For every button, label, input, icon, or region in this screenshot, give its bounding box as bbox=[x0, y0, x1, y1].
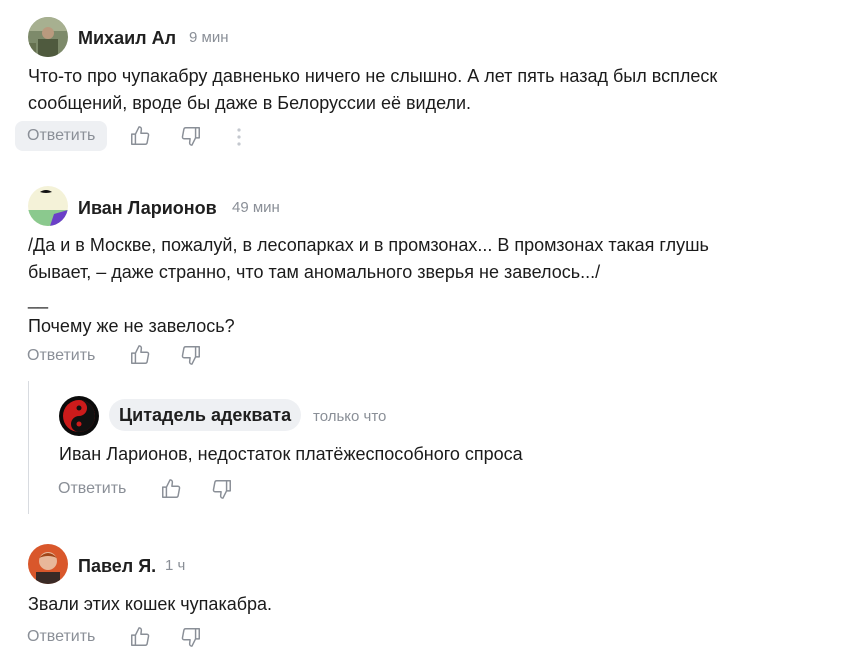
comment-time: только что bbox=[313, 408, 387, 425]
author-name[interactable]: Павел Я. bbox=[78, 556, 156, 577]
reply-button[interactable]: Ответить bbox=[15, 121, 108, 151]
thumbs-down-icon[interactable] bbox=[211, 478, 233, 500]
reply-button[interactable]: Ответить bbox=[15, 341, 107, 371]
thumbs-down-icon[interactable] bbox=[180, 125, 202, 147]
thumbs-up-icon[interactable] bbox=[129, 626, 151, 648]
vertical-dots-icon[interactable] bbox=[236, 127, 242, 147]
avatar[interactable] bbox=[28, 17, 68, 57]
comment-time: 1 ч bbox=[165, 557, 186, 574]
comment-text: /Да и в Москве, пожалуй, в лесопарках и … bbox=[28, 235, 709, 336]
comment-text: Звали этих кошек чупакабра. bbox=[28, 594, 273, 614]
avatar[interactable] bbox=[28, 186, 68, 226]
author-name[interactable]: Иван Ларионов bbox=[78, 198, 217, 219]
comment-text: Иван Ларионов, недостаток платёжеспособн… bbox=[59, 444, 523, 464]
comment-text: Что-то про чупакабру давненько ничего не… bbox=[28, 66, 718, 113]
thumbs-up-icon[interactable] bbox=[129, 344, 151, 366]
reply-thread-line bbox=[28, 381, 29, 514]
reply-button[interactable]: Ответить bbox=[15, 622, 107, 652]
thumbs-up-icon[interactable] bbox=[160, 478, 182, 500]
thumbs-down-icon[interactable] bbox=[180, 344, 202, 366]
reply-button[interactable]: Ответить bbox=[46, 474, 138, 504]
avatar[interactable] bbox=[28, 544, 68, 584]
comment-time: 49 мин bbox=[232, 199, 280, 216]
thumbs-up-icon[interactable] bbox=[129, 125, 151, 147]
avatar[interactable] bbox=[59, 396, 99, 436]
thumbs-down-icon[interactable] bbox=[180, 626, 202, 648]
author-name[interactable]: Цитадель адеквата bbox=[109, 399, 302, 431]
comment-time: 9 мин bbox=[189, 29, 229, 46]
author-name[interactable]: Михаил Ал bbox=[78, 28, 176, 49]
